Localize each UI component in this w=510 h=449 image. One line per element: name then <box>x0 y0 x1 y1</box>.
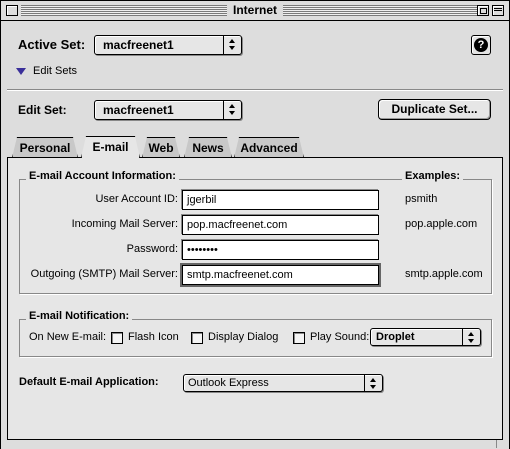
notification-title: E-mail Notification: <box>26 310 133 322</box>
incoming-server-field[interactable]: pop.macfreenet.com <box>182 215 379 235</box>
help-button[interactable]: ? <box>471 35 491 55</box>
edit-set-value: macfreenet1 <box>103 103 174 117</box>
zoom-box-icon[interactable] <box>477 5 489 16</box>
duplicate-set-button[interactable]: Duplicate Set... <box>378 99 491 120</box>
internet-window: Internet Active Set: macfreenet1 ? Edit … <box>0 0 510 449</box>
outgoing-server-field[interactable]: smtp.macfreenet.com <box>180 263 381 287</box>
default-email-app-popup[interactable]: Outlook Express <box>183 374 383 392</box>
default-email-app-label: Default E-mail Application: <box>19 376 159 388</box>
email-tab-panel: E-mail Account Information: Examples: Us… <box>7 157 503 440</box>
default-email-app-value: Outlook Express <box>188 377 269 389</box>
window-bottom-bar <box>1 440 509 449</box>
popup-arrows-icon <box>223 36 241 54</box>
incoming-server-example: pop.apple.com <box>405 218 478 230</box>
user-account-id-field[interactable]: jgerbil <box>182 190 379 210</box>
password-field[interactable]: •••••••• <box>182 240 379 260</box>
grow-box-icon[interactable] <box>496 440 508 448</box>
examples-title: Examples: <box>402 170 464 182</box>
on-new-email-label: On New E-mail: <box>29 331 107 343</box>
active-set-value: macfreenet1 <box>103 38 174 52</box>
title-bar[interactable]: Internet <box>1 1 509 21</box>
outgoing-server-example: smtp.apple.com <box>405 268 483 280</box>
user-account-id-label: User Account ID: <box>95 193 178 205</box>
display-dialog-checkbox[interactable] <box>191 332 203 344</box>
user-account-id-example: psmith <box>405 193 438 205</box>
tab-personal[interactable]: Personal <box>12 137 78 158</box>
password-label: Password: <box>126 243 178 255</box>
active-set-popup[interactable]: macfreenet1 <box>94 35 242 55</box>
tab-web[interactable]: Web <box>142 137 180 158</box>
window-title: Internet <box>226 3 284 18</box>
tab-advanced[interactable]: Advanced <box>234 137 304 158</box>
collapse-box-icon[interactable] <box>492 5 504 16</box>
popup-arrows-icon <box>223 101 241 119</box>
close-box-icon[interactable] <box>6 5 18 16</box>
edit-set-label: Edit Set: <box>18 103 67 117</box>
outgoing-server-label: Outgoing (SMTP) Mail Server: <box>30 268 178 280</box>
edit-sets-label[interactable]: Edit Sets <box>33 65 77 77</box>
tab-email[interactable]: E-mail <box>81 136 140 158</box>
edit-set-popup[interactable]: macfreenet1 <box>94 100 242 120</box>
sound-value: Droplet <box>376 331 415 343</box>
disclosure-triangle-icon[interactable] <box>16 68 26 76</box>
help-icon: ? <box>474 38 488 52</box>
play-sound-checkbox[interactable] <box>293 332 305 344</box>
tab-news[interactable]: News <box>184 137 232 158</box>
popup-arrows-icon <box>462 329 480 345</box>
play-sound-label[interactable]: Play Sound: <box>310 331 369 343</box>
active-set-label: Active Set: <box>18 37 86 52</box>
sound-popup[interactable]: Droplet <box>370 328 481 346</box>
display-dialog-label[interactable]: Display Dialog <box>208 331 278 343</box>
flash-icon-checkbox[interactable] <box>111 332 123 344</box>
account-info-title: E-mail Account Information: <box>26 170 179 182</box>
incoming-server-label: Incoming Mail Server: <box>71 218 178 230</box>
popup-arrows-icon <box>364 375 382 391</box>
separator-highlight <box>7 90 503 91</box>
flash-icon-label[interactable]: Flash Icon <box>128 331 179 343</box>
